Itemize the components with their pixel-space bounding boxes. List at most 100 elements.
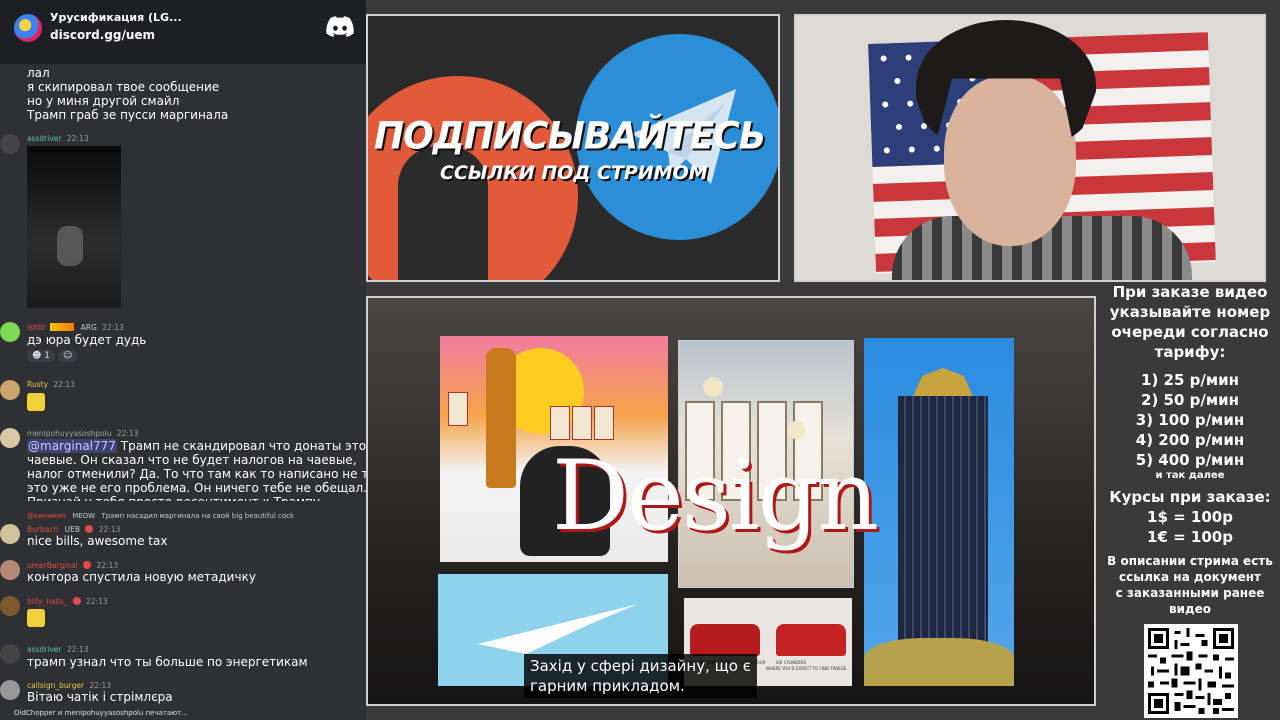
rate-item: 5) 400 р/мин [1135, 451, 1245, 469]
pricing-info: При заказе видео указывайте номер очеред… [1100, 282, 1280, 617]
rate-etc: и так далее [1155, 470, 1225, 481]
message-text: Трамп насадил маргинала на свой big beau… [101, 512, 295, 520]
message-text: налог отменили? Да. То что там как то на… [27, 467, 366, 481]
author-name: callsign_burger [27, 681, 85, 690]
message-text: дэ юра будет дудь [27, 333, 147, 347]
beer-can-shape [572, 406, 592, 440]
description-note: видео [1168, 602, 1212, 616]
course-eur: 1€ = 100р [1147, 528, 1233, 546]
author-name: Burbach [27, 525, 59, 534]
discord-icon [326, 16, 354, 37]
beer-can-shape [448, 392, 468, 426]
message-time: 22:13 [98, 525, 121, 534]
message-text: но у миня другой смайл [27, 94, 180, 108]
author-name: assdriver [27, 134, 62, 143]
car-shape [690, 624, 760, 656]
discord-banner[interactable]: Урусификация (LG... discord.gg/uem [0, 0, 366, 64]
emoji-sticker [27, 609, 45, 627]
message-text: это уже не его проблема. Он ничего тебе … [27, 481, 366, 495]
author-name: lshtir [27, 323, 46, 332]
chandelier-shape [703, 377, 723, 397]
author-name: Rusty [27, 380, 48, 389]
message-text: nice bills, awesome tax [27, 534, 168, 548]
message-time: 22:13 [102, 323, 124, 332]
message-time: 22:13 [66, 645, 89, 654]
message-text: чаевые. Он сказал что не будет налогов н… [27, 453, 357, 467]
rate-item: 2) 50 р/мин [1141, 391, 1239, 409]
course-usd: 1$ = 100р [1147, 508, 1233, 526]
plane-shape [478, 604, 638, 654]
ad-caption: WHERE YOU'D EXPECT TO FIND TWELVE. [766, 666, 848, 671]
qr-pattern [1148, 628, 1234, 714]
avatar [0, 644, 20, 664]
message-text: я скипировал твое сообщение [27, 80, 220, 94]
message-text: контора спустила новую метадичку [27, 570, 256, 584]
chat-overlay: Урусификация (LG... discord.gg/uem лал я… [0, 0, 366, 720]
server-invite-link[interactable]: discord.gg/uem [50, 28, 155, 42]
promo-title: ПОДПИСЫВАЙТЕСЬ [374, 114, 766, 159]
user-mention[interactable]: @marginal777 [27, 439, 117, 453]
avatar [0, 560, 20, 580]
role-badge [50, 323, 75, 331]
author-name: umerBarginal [27, 561, 78, 570]
trees-shape [864, 638, 1014, 686]
subtitle-line: гарним прикладом. [530, 677, 685, 695]
avatar [0, 428, 20, 448]
message-text: Признай у тебя просто ресентимент к Трам… [27, 495, 320, 501]
beer-can-shape [594, 406, 614, 440]
description-note: В описании стрима есть [1107, 554, 1273, 568]
message-time: 22:13 [66, 134, 89, 143]
slide-title: Design [552, 440, 879, 552]
avatar [0, 134, 20, 154]
message-time: 22:13 [116, 429, 139, 438]
avatar [0, 680, 20, 700]
presentation-slide: WHERE YOU'D EXPECT TO FIND FOUR. SIX CYL… [366, 296, 1096, 706]
beer-bottle-shape [486, 348, 516, 488]
attached-image[interactable] [27, 146, 121, 308]
beer-can-shape [550, 406, 570, 440]
emoji-sticker [27, 393, 45, 411]
courses-title: Курсы при заказе: [1109, 488, 1271, 506]
rate-item: 4) 200 р/мин [1135, 431, 1245, 449]
car-shape [776, 624, 846, 656]
rate-item: 1) 25 р/мин [1141, 371, 1239, 389]
live-badge-icon [85, 525, 94, 533]
promo-subtitle: ССЫЛКИ ПОД СТРИМОМ [440, 162, 708, 184]
author-name: assdriver [27, 645, 62, 654]
message-time: 22:13 [96, 561, 119, 570]
reaction-button[interactable]: ☻ 1 [27, 350, 55, 362]
reaction-count: 1 [44, 351, 50, 361]
author-name: menipohuyyasoshpolu [27, 429, 112, 438]
subtitle-line: Захід у сфері дизайну, що є [530, 657, 751, 675]
avatar [0, 322, 20, 342]
message-text: лал [27, 66, 50, 80]
message-text: Трамп не скандировал что донаты это [120, 439, 366, 453]
qr-code-icon[interactable] [1144, 624, 1238, 718]
message-text: Вітаю чатік і стрімлєра [27, 690, 173, 704]
chandelier-shape [787, 421, 805, 439]
add-reaction-icon[interactable]: ☺ [58, 350, 78, 362]
streamer-face [944, 76, 1076, 246]
info-header: тарифу: [1154, 343, 1226, 361]
avatar [0, 524, 20, 544]
live-badge-icon [83, 561, 92, 569]
typing-indicator: OldChopper и menipohuyyasoshpolu печатаю… [14, 709, 188, 717]
author-name: billy_halls_ [27, 597, 68, 606]
info-header: очереди согласно [1111, 323, 1269, 341]
promo-panel: ПОДПИСЫВАЙТЕСЬ ССЫЛКИ ПОД СТРИМОМ [366, 14, 780, 282]
info-header: указывайте номер [1109, 303, 1271, 321]
message-text: Трамп граб зе пусси маргинала [27, 108, 229, 122]
webcam-panel [794, 14, 1266, 282]
video-subtitle: Захід у сфері дизайну, що є гарним прикл… [524, 654, 757, 698]
server-title: Урусификация (LG... [50, 11, 182, 24]
avatar [0, 380, 20, 400]
skyscraper-image [864, 338, 1014, 686]
message-time: 22:13 [53, 380, 75, 389]
author-name: @кикимип [27, 512, 66, 520]
rate-item: 3) 100 р/мин [1135, 411, 1245, 429]
message-time: 22:13 [89, 681, 112, 690]
avatar [0, 596, 20, 616]
server-icon [14, 14, 42, 42]
description-note: с заказанными ранее [1115, 586, 1265, 600]
role-tag: MEOW [72, 512, 96, 520]
